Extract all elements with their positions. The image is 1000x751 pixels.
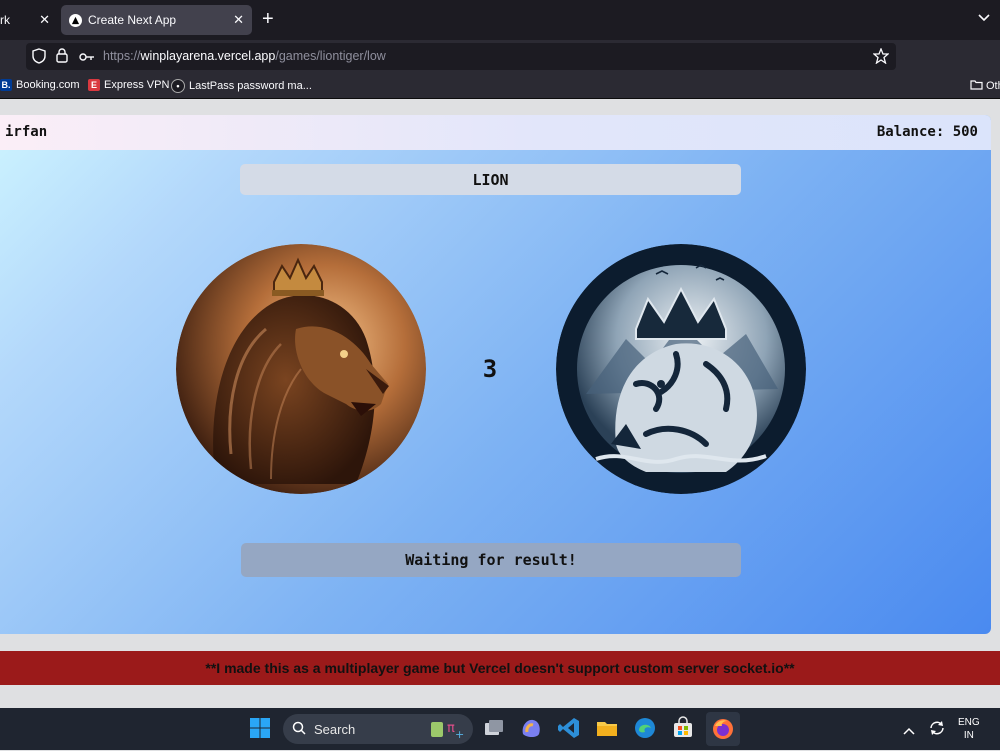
copilot-icon[interactable]	[519, 716, 545, 742]
url-path: /games/liontiger/low	[275, 49, 386, 63]
firefox-taskbar-button[interactable]	[706, 712, 740, 746]
file-explorer-icon[interactable]	[595, 716, 621, 742]
bookmark-label: Booking.com	[16, 79, 80, 91]
search-icon	[292, 721, 306, 740]
key-icon[interactable]	[79, 50, 95, 68]
url-host: winplayarena.vercel.app	[140, 49, 276, 63]
selected-side-bar: LION	[240, 164, 741, 195]
bookmark-label: Oth	[986, 80, 1000, 92]
expressvpn-icon: E	[88, 79, 100, 91]
tab-label: Create Next App	[88, 13, 177, 27]
lion-coin[interactable]	[176, 244, 426, 494]
star-icon[interactable]	[872, 47, 890, 69]
selected-side-label: LION	[472, 170, 509, 189]
result-status-text: Waiting for result!	[405, 551, 577, 569]
countdown-timer: 3	[482, 355, 498, 383]
firefox-icon	[713, 719, 733, 739]
bookmark-booking[interactable]: B. Booking.com	[0, 79, 80, 91]
tiger-illustration	[556, 244, 806, 494]
bookmark-label: LastPass password ma...	[189, 80, 312, 92]
svg-text:π: π	[447, 721, 455, 736]
search-label: Search	[314, 722, 356, 737]
tab-create-next-app[interactable]: Create Next App ✕	[61, 5, 252, 35]
language-code: ENG	[958, 717, 980, 728]
nextjs-icon	[69, 13, 82, 27]
lock-icon[interactable]	[56, 48, 68, 68]
chevron-down-icon[interactable]	[978, 10, 990, 25]
tab-label: rk	[0, 13, 10, 27]
close-icon[interactable]: ✕	[233, 12, 244, 28]
player-header	[0, 115, 991, 150]
bookmark-label: Express VPN	[104, 79, 170, 91]
svg-text:+: +	[455, 728, 464, 740]
language-indicator[interactable]: ENG IN	[958, 716, 980, 742]
booking-icon: B.	[0, 79, 12, 91]
task-view-icon[interactable]	[482, 716, 508, 742]
footer-notice: **I made this as a multiplayer game but …	[0, 651, 1000, 685]
store-icon[interactable]	[671, 716, 697, 742]
tiger-coin[interactable]	[556, 244, 806, 494]
url-text[interactable]: https://winplayarena.vercel.app/games/li…	[103, 49, 386, 63]
bookmark-other[interactable]: Oth	[970, 79, 1000, 93]
result-status-bar: Waiting for result!	[241, 543, 741, 577]
new-tab-icon[interactable]: +	[262, 9, 274, 29]
close-icon[interactable]: ✕	[39, 12, 50, 28]
footer-notice-text: **I made this as a multiplayer game but …	[205, 660, 795, 676]
url-scheme: https://	[103, 49, 141, 63]
region-code: IN	[963, 730, 974, 741]
shield-icon[interactable]	[32, 48, 46, 69]
vscode-icon[interactable]	[557, 716, 583, 742]
folder-icon	[970, 79, 983, 93]
lastpass-icon: •	[171, 79, 185, 93]
bookmark-lastpass[interactable]: • LastPass password ma...	[171, 79, 312, 93]
balance: Balance: 500	[876, 124, 978, 140]
lion-illustration	[176, 244, 426, 494]
windows-start-icon[interactable]	[248, 716, 274, 742]
username: irfan	[5, 124, 48, 140]
tab-previous[interactable]: rk ✕	[0, 5, 58, 35]
chevron-up-icon[interactable]	[903, 722, 915, 740]
edge-icon[interactable]	[633, 716, 659, 742]
math-widget-icon[interactable]: π +	[430, 718, 464, 745]
bookmark-expressvpn[interactable]: E Express VPN	[88, 79, 169, 91]
sync-icon[interactable]	[928, 719, 946, 742]
